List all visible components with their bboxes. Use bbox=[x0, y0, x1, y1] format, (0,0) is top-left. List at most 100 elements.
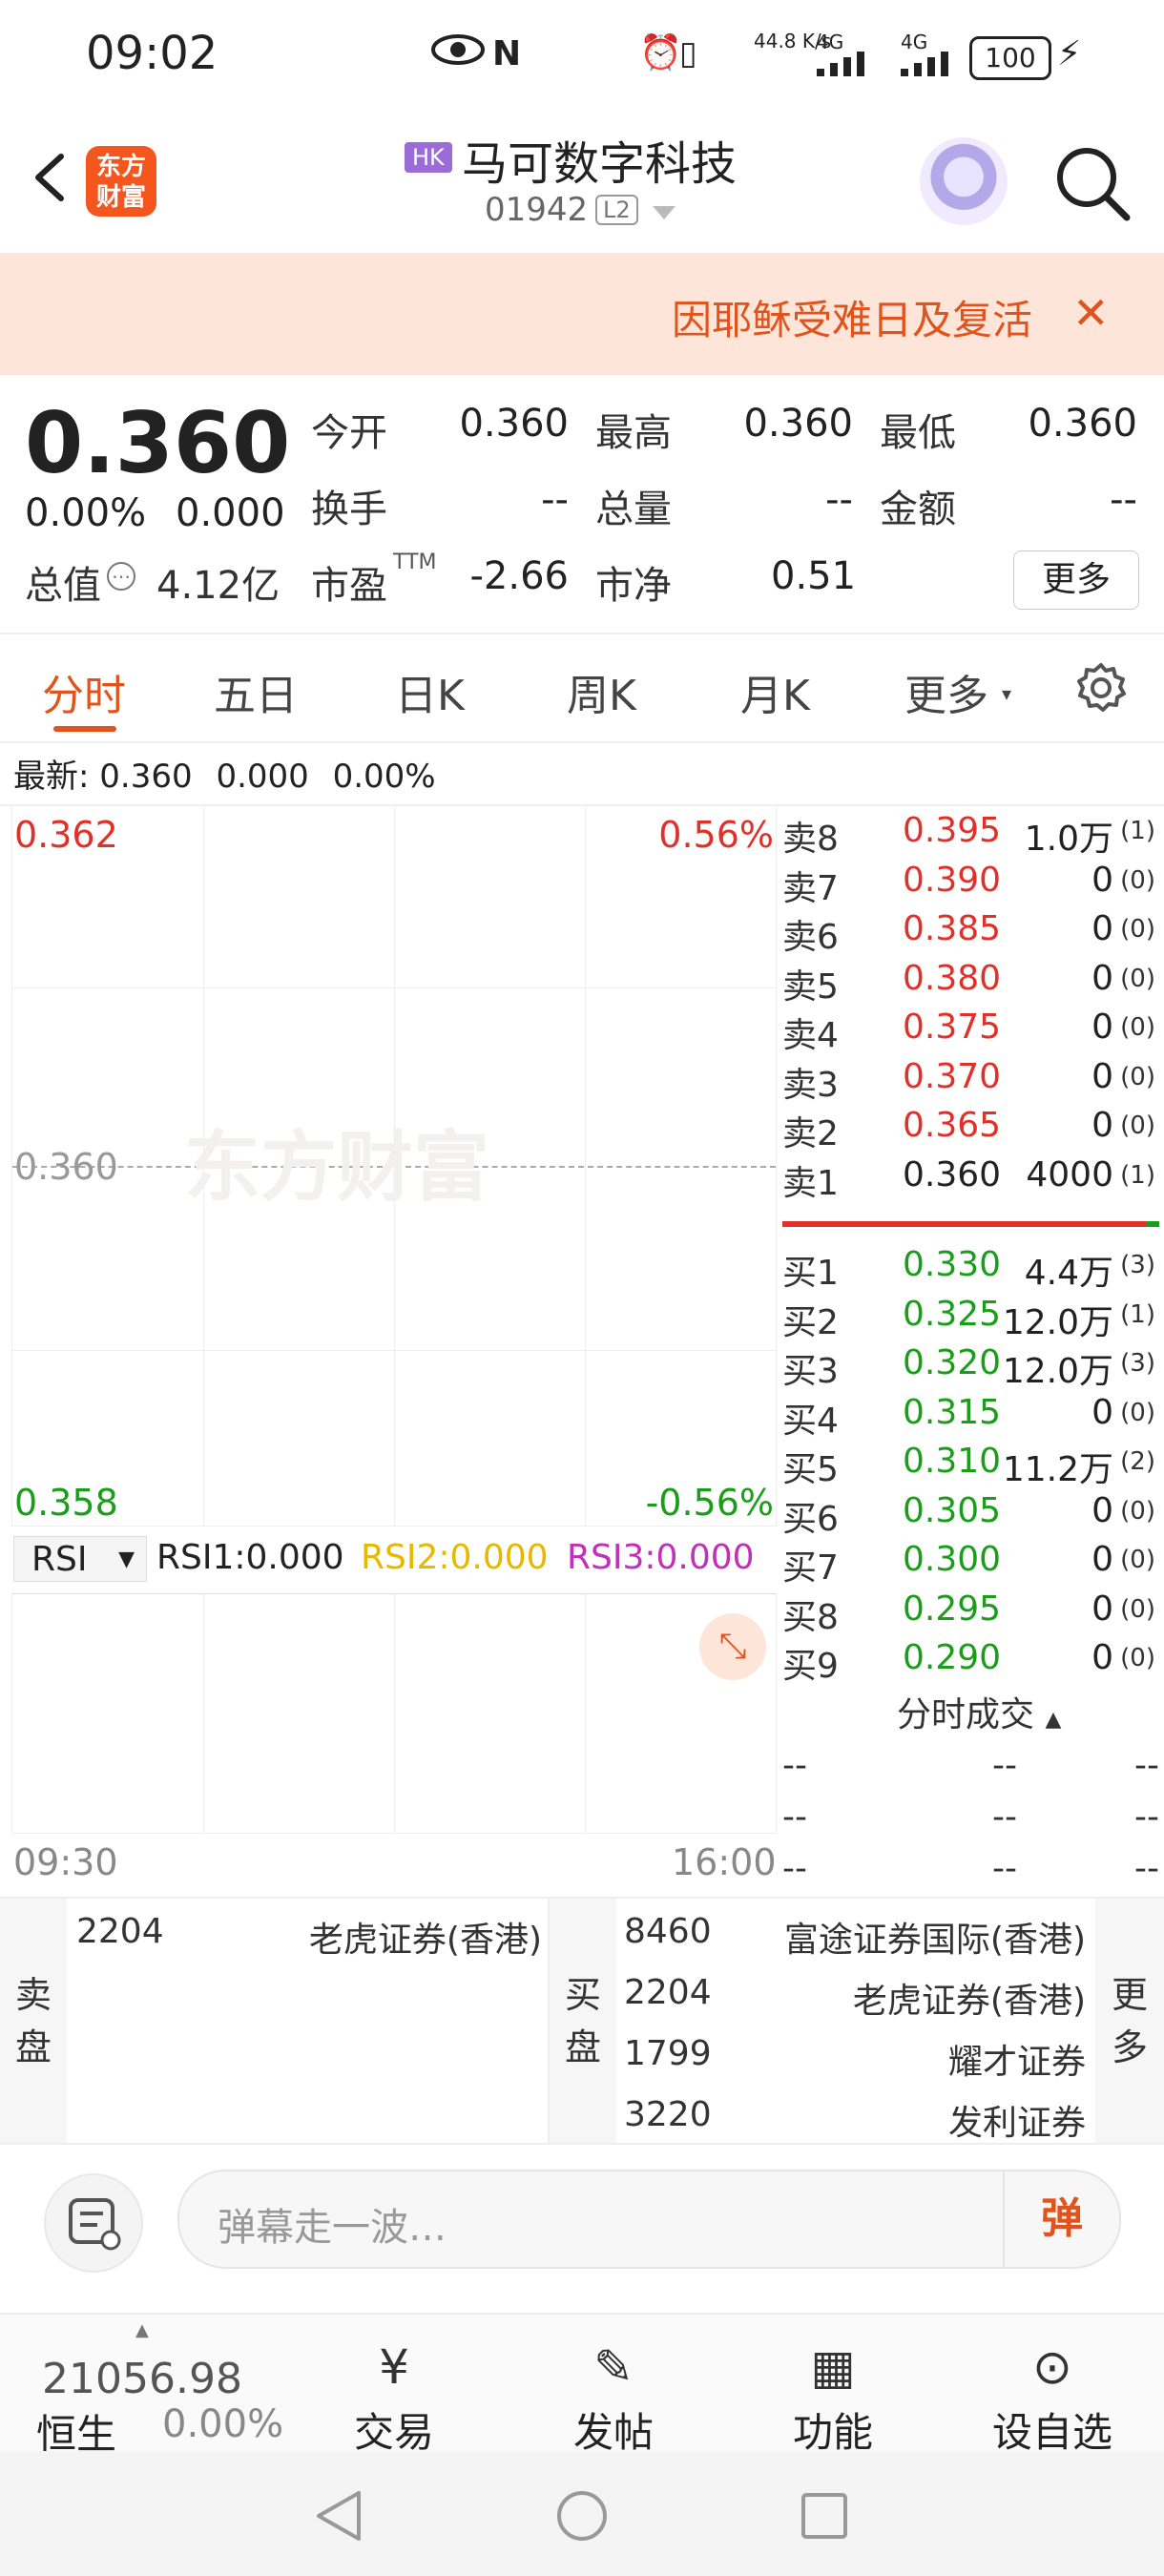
tab-five-day[interactable]: 五日 bbox=[214, 661, 298, 722]
ask-row[interactable]: 卖7 0.390 0 (0) bbox=[782, 861, 1159, 910]
status-bar: 09:02 N ⏰ ▯ 44.8 K/s 4G 4G 100 ⚡ bbox=[0, 0, 1164, 114]
latest-price: 0.360 bbox=[99, 758, 193, 796]
recents-square-icon[interactable] bbox=[800, 2491, 849, 2545]
last-price: 0.360 bbox=[25, 394, 291, 492]
vibrate-icon: ▯ bbox=[679, 34, 697, 73]
level-count: (0) bbox=[1120, 1398, 1155, 1427]
dropdown-icon[interactable] bbox=[653, 206, 676, 219]
app-logo[interactable]: 东方财富 bbox=[86, 146, 156, 217]
buy-broker-id: 8460 bbox=[624, 1912, 712, 1951]
tab-monthly-k[interactable]: 月K bbox=[740, 661, 810, 722]
system-nav-bar bbox=[0, 2451, 1164, 2576]
high-value: 0.360 bbox=[743, 402, 853, 446]
home-circle-icon[interactable] bbox=[555, 2489, 609, 2546]
tab-more-dropdown-icon[interactable]: ▾ bbox=[1002, 682, 1011, 705]
level-label: 卖8 bbox=[782, 820, 839, 859]
level-price: 0.305 bbox=[903, 1490, 1002, 1530]
level-label: 卖4 bbox=[782, 1016, 839, 1055]
nav-post[interactable]: ✎ 发帖 bbox=[551, 2334, 676, 2459]
level-label: 卖6 bbox=[782, 918, 839, 957]
index-value[interactable]: 21056.98 bbox=[42, 2355, 242, 2403]
buy-side-label: 买盘 bbox=[550, 1899, 616, 2143]
bid-row[interactable]: 买7 0.300 0 (0) bbox=[782, 1540, 1159, 1589]
bid-row[interactable]: 买9 0.290 0 (0) bbox=[782, 1638, 1159, 1688]
comment-list-icon[interactable] bbox=[44, 2173, 143, 2273]
robot-avatar-icon[interactable] bbox=[920, 137, 1008, 225]
level-volume: 0 bbox=[1091, 1638, 1113, 1677]
back-triangle-icon[interactable] bbox=[313, 2489, 363, 2546]
bid-row[interactable]: 买1 0.330 4.4万 (3) bbox=[782, 1245, 1159, 1295]
latest-info: 最新: 0.360 0.000 0.00% bbox=[13, 750, 436, 797]
danmu-button[interactable]: 弹 bbox=[1003, 2171, 1119, 2267]
nav-functions[interactable]: ▦ 功能 bbox=[771, 2334, 895, 2459]
low-label: 最低 bbox=[880, 411, 956, 455]
rsi2-value: RSI2:0.000 bbox=[361, 1538, 549, 1577]
notice-banner[interactable]: 因耶稣受难日及复活 ✕ bbox=[0, 253, 1164, 375]
rsi1-value: RSI1:0.000 bbox=[156, 1538, 344, 1577]
ask-row[interactable]: 卖4 0.375 0 (0) bbox=[782, 1008, 1159, 1057]
sell-broker-id: 2204 bbox=[76, 1912, 164, 1951]
stock-name[interactable]: 马可数字科技 bbox=[462, 126, 737, 193]
nav-add-watchlist[interactable]: ⊙ 设自选 bbox=[990, 2334, 1114, 2459]
buy-broker-list: 8460 富途证券国际(香港) 2204 老虎证券(香港) 1799 耀才证券 3220 发利… bbox=[624, 1899, 1091, 2143]
level-volume: 0 bbox=[1091, 1008, 1113, 1047]
level-count: (3) bbox=[1120, 1251, 1155, 1279]
time-end: 16:00 bbox=[672, 1841, 777, 1883]
bid-row[interactable]: 买8 0.295 0 (0) bbox=[782, 1589, 1159, 1639]
change-pct: 0.00% bbox=[25, 491, 147, 535]
pb-label: 市净 bbox=[595, 564, 672, 608]
active-tab-indicator bbox=[53, 726, 116, 732]
tab-weekly-k[interactable]: 周K bbox=[567, 661, 636, 722]
trades-title[interactable]: 分时成交 ▲ bbox=[897, 1687, 1061, 1736]
buy-broker-id: 2204 bbox=[624, 1973, 712, 2012]
level-label: 卖7 bbox=[782, 868, 839, 908]
level-price: 0.380 bbox=[903, 958, 1002, 998]
search-icon[interactable] bbox=[1054, 145, 1131, 221]
tab-more[interactable]: 更多 bbox=[904, 661, 988, 722]
level-price: 0.330 bbox=[903, 1245, 1002, 1284]
banner-text[interactable]: 因耶稣受难日及复活 bbox=[672, 288, 1034, 346]
level-label: 卖1 bbox=[782, 1163, 839, 1203]
pct-axis-top: 0.56% bbox=[658, 814, 774, 856]
level-badge[interactable]: L2 bbox=[595, 195, 638, 225]
ask-row[interactable]: 卖2 0.365 0 (0) bbox=[782, 1106, 1159, 1155]
tab-intraday[interactable]: 分时 bbox=[42, 661, 126, 722]
edit-icon: ✎ bbox=[593, 2339, 634, 2395]
comment-placeholder: 弹幕走一波… bbox=[218, 2206, 447, 2250]
indicator-select[interactable]: RSI ▼ bbox=[13, 1536, 147, 1582]
bid-row[interactable]: 买6 0.305 0 (0) bbox=[782, 1491, 1159, 1541]
more-brokers-button[interactable]: 更多 bbox=[1095, 1899, 1164, 2143]
level-volume: 0 bbox=[1091, 1392, 1113, 1432]
battery-icon: 100 bbox=[969, 36, 1051, 80]
bid-row[interactable]: 买4 0.315 0 (0) bbox=[782, 1393, 1159, 1443]
close-icon[interactable]: ✕ bbox=[1072, 287, 1110, 339]
bid-row[interactable]: 买3 0.320 12.0万 (3) bbox=[782, 1343, 1159, 1393]
more-quote-button[interactable]: 更多 bbox=[1013, 551, 1139, 610]
pe-value: -2.66 bbox=[469, 554, 570, 598]
expand-icon[interactable]: ⤡ bbox=[699, 1613, 766, 1680]
level-volume: 0 bbox=[1091, 860, 1113, 900]
ask-row[interactable]: 卖3 0.370 0 (0) bbox=[782, 1057, 1159, 1107]
buy-broker-name: 发利证券 bbox=[947, 2104, 1086, 2143]
nav-trade[interactable]: ¥ 交易 bbox=[332, 2334, 456, 2459]
gear-icon[interactable] bbox=[1074, 661, 1128, 715]
info-icon[interactable]: ⋯ bbox=[107, 562, 135, 591]
grid-icon: ▦ bbox=[810, 2339, 856, 2395]
ask-row[interactable]: 卖6 0.385 0 (0) bbox=[782, 909, 1159, 959]
back-icon[interactable] bbox=[21, 149, 78, 206]
comment-input[interactable]: 弹幕走一波… 弹 bbox=[177, 2170, 1121, 2269]
level-count: (0) bbox=[1120, 1644, 1155, 1672]
bid-row[interactable]: 买5 0.310 11.2万 (2) bbox=[782, 1442, 1159, 1491]
ask-row[interactable]: 卖8 0.395 1.0万 (1) bbox=[782, 811, 1159, 861]
level-count: (1) bbox=[1120, 817, 1155, 845]
level-volume: 0 bbox=[1091, 958, 1113, 998]
yen-cycle-icon: ¥ bbox=[379, 2339, 409, 2395]
ask-row[interactable]: 卖1 0.360 4000 (1) bbox=[782, 1155, 1159, 1205]
y-axis-top: 0.362 bbox=[14, 814, 118, 856]
market-badge: HK bbox=[405, 142, 452, 173]
ask-row[interactable]: 卖5 0.380 0 (0) bbox=[782, 959, 1159, 1008]
intraday-chart[interactable]: 东方财富 0.362 0.360 0.358 0.56% -0.56% bbox=[11, 806, 777, 1527]
tab-daily-k[interactable]: 日K bbox=[395, 661, 465, 722]
rsi-chart[interactable]: ⤡ bbox=[11, 1593, 777, 1834]
bid-row[interactable]: 买2 0.325 12.0万 (1) bbox=[782, 1295, 1159, 1344]
